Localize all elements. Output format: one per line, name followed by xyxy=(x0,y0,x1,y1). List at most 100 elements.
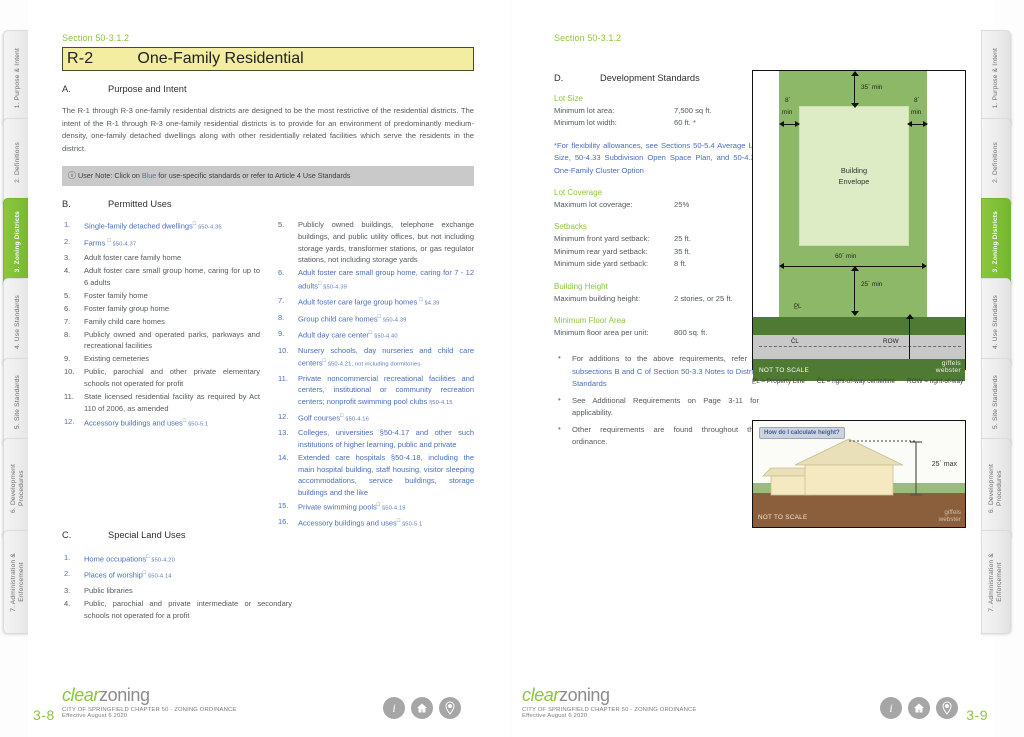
special-land-uses-list: 1. Home occupations□ §50-4.20 2. Places of … xyxy=(62,552,292,621)
height-credit-line-2: webster xyxy=(938,516,961,523)
sidebar-tab-label: 5. Site Standards xyxy=(14,375,21,429)
list-item-text: Publicly owned and operated parks, parkw… xyxy=(84,329,260,351)
list-item-citation[interactable]: §50-4.21, not including dormitories xyxy=(326,362,420,368)
list-item[interactable]: 1. Single-family detached dwellings□ §50-… xyxy=(62,219,260,234)
list-item-citation[interactable]: §50-4.39 xyxy=(321,284,347,290)
standards-row-label: Minimum front yard setback: xyxy=(554,234,650,244)
info-icon[interactable]: i xyxy=(383,697,405,719)
list-item[interactable]: 9. Adult day care center□ §50-4.40 xyxy=(276,328,474,343)
list-item-citation[interactable]: §50-4.16 xyxy=(344,416,369,422)
user-note-link[interactable]: Blue xyxy=(142,171,156,180)
list-item-text: Adult foster care large group homes xyxy=(298,297,420,307)
heading-letter-a: A. xyxy=(62,84,71,94)
list-item: 5. Foster family home xyxy=(62,290,260,302)
list-item-citation[interactable]: §50-4.15 xyxy=(427,400,453,406)
height-credit-line-1: giffels xyxy=(944,509,961,516)
list-item[interactable]: 2. Farms □ §50-4.37 xyxy=(62,236,260,251)
standards-remaining-groups: Lot Coverage Maximum lot coverage: 25% Setb… xyxy=(554,188,759,339)
list-item-text: Places of worship xyxy=(84,570,143,580)
info-icon-right[interactable]: i xyxy=(880,697,902,719)
logo-clear-text-right: clear xyxy=(522,685,560,705)
standards-row-label: Minimum side yard setback: xyxy=(554,259,649,269)
list-item[interactable]: 16. Accessory buildings and uses□ §50-5.1 xyxy=(276,516,474,531)
list-item-number: 9. xyxy=(278,329,285,339)
standards-lot-size: Lot Size Minimum lot area: 7,500 sq ft. Min… xyxy=(554,94,759,130)
list-item-citation[interactable]: §50-4.40 xyxy=(372,334,398,340)
user-note-pre: User Note: Click on xyxy=(78,171,142,181)
purpose-paragraph: The R-1 through R-3 one-family residenti… xyxy=(62,106,474,153)
list-item-citation[interactable]: §50-4.37 xyxy=(111,241,136,247)
list-item-text: Adult day care center xyxy=(298,330,369,340)
clearzoning-logo: clearzoning xyxy=(62,685,237,706)
height-question-tooltip[interactable]: How do I calculate height? xyxy=(759,427,845,439)
list-item: 11. State licensed residential facility a… xyxy=(62,391,260,414)
location-pin-icon[interactable] xyxy=(439,697,461,719)
list-item[interactable]: 6. Adult foster care small group home, ca… xyxy=(276,267,474,294)
list-item-citation[interactable]: §4.39 xyxy=(423,301,440,307)
logo-zoning-text: zoning xyxy=(99,685,150,705)
list-item-number: 5. xyxy=(278,220,285,230)
standards-row-value: 60 ft. * xyxy=(674,118,696,128)
list-item-number: 7. xyxy=(64,316,71,326)
list-item-text: Accessory buildings and uses xyxy=(84,418,183,428)
not-to-scale-label: NOT TO SCALE xyxy=(759,366,810,374)
home-icon-right[interactable] xyxy=(908,697,930,719)
list-item[interactable]: 1. Home occupations□ §50-4.20 xyxy=(62,552,292,567)
list-item-text: Family child care homes xyxy=(84,316,165,326)
list-item-citation[interactable]: §50-4.36 xyxy=(196,225,222,231)
flexibility-note[interactable]: *For flexibility allowances, see Section… xyxy=(554,140,759,177)
list-item[interactable]: 8. Group child care homes□ §50-4.39 xyxy=(276,312,474,327)
list-item[interactable]: 12. Accessory buildings and uses□ §50-5.1 xyxy=(62,416,260,431)
sidebar-tab-label: 4. Use Standards xyxy=(14,294,21,350)
page-right: Section 50-3.1.2 D. Development Standard… xyxy=(512,0,994,737)
side-left-min-label: min xyxy=(782,109,793,116)
sidebar-tab-3-right[interactable]: 3. Zoning Districts xyxy=(981,198,1011,286)
location-pin-icon-right[interactable] xyxy=(936,697,958,719)
list-item[interactable]: 13. Colleges, universities §50-4.17 and o… xyxy=(276,427,474,450)
sidebar-tab-1-right[interactable]: 1. Purpose & Intent xyxy=(981,30,1011,126)
legend-entry-3: ROW = right-of-way xyxy=(906,378,964,385)
rear-setback-label: 35´ min xyxy=(861,84,883,91)
standards-group-3: Building Height Maximum building height: 2… xyxy=(554,282,759,305)
sidebar-tab-4-right[interactable]: 4. Use Standards xyxy=(981,278,1011,366)
list-item[interactable]: 12. Golf courses□ §50-4.16 xyxy=(276,411,474,426)
list-item[interactable]: 14. Extended care hospitals §50-4.18, inc… xyxy=(276,452,474,498)
credit-line-1: giffels xyxy=(941,360,961,367)
list-item[interactable]: 10. Nursery schools, day nurseries and ch… xyxy=(276,345,474,372)
standards-group-0: Lot Size Minimum lot area: 7,500 sq ft. Min… xyxy=(554,94,759,130)
side-right-dim-label: 8´ xyxy=(914,97,920,104)
list-item[interactable]: 15. Private swimming pools□ §50-4.19 xyxy=(276,500,474,515)
sidebar-tab-2-right[interactable]: 2. Definitions xyxy=(981,118,1011,206)
permitted-uses-list-column-2: 5. Publicly owned buildings, telephone ex… xyxy=(276,219,474,531)
sidebar-tab-7-right[interactable]: 7. Administration & Enforcement xyxy=(981,530,1011,634)
list-item[interactable]: 11. Private noncommercial recreational fa… xyxy=(276,373,474,410)
list-item-number: 7. xyxy=(278,296,285,306)
list-item-citation[interactable]: §50-4.19 xyxy=(380,505,406,511)
bullet-link[interactable]: subsections B and C of Section 50-3.3 No… xyxy=(572,367,759,388)
standards-row-label: Minimum lot area: xyxy=(554,106,615,115)
list-item-text: Private swimming pools xyxy=(298,502,377,512)
heading-title-c: Special Land Uses xyxy=(108,530,186,540)
requirement-bullet-1[interactable]: For additions to the above requirements,… xyxy=(554,352,759,390)
list-item-number: 10. xyxy=(64,367,75,377)
district-title-bar: R-2 One-Family Residential xyxy=(62,47,474,71)
list-item-citation[interactable]: §50-4.39 xyxy=(381,317,407,323)
standards-row: Maximum building height: 2 stories, or 25… xyxy=(554,293,759,305)
list-item-number: 6. xyxy=(64,303,71,313)
list-item-number: 1. xyxy=(64,220,71,230)
list-item: 3. Public libraries xyxy=(62,585,292,597)
list-item-number: 6. xyxy=(278,268,285,278)
heading-letter-c: C. xyxy=(62,530,72,540)
sidebar-tab-6-right[interactable]: 6. Development Procedures xyxy=(981,438,1011,538)
list-item-citation[interactable]: §50-5.1 xyxy=(186,421,208,427)
footer-left: clearzoning CITY OF SPRINGFIELD CHAPTER … xyxy=(62,685,237,719)
list-item-citation[interactable]: §50-5.1 xyxy=(400,522,422,528)
list-item-citation[interactable]: §50-4.14 xyxy=(146,574,172,580)
home-icon[interactable] xyxy=(411,697,433,719)
list-item[interactable]: 7. Adult foster care large group homes □ … xyxy=(276,295,474,310)
standards-group-title: Lot Coverage xyxy=(554,188,603,198)
list-item-citation[interactable]: §50-4.20 xyxy=(150,558,175,564)
list-item[interactable]: 2. Places of worship□ §50-4.14 xyxy=(62,568,292,583)
sidebar-tab-5-right[interactable]: 5. Site Standards xyxy=(981,358,1011,446)
list-item-text: Public libraries xyxy=(84,585,133,595)
